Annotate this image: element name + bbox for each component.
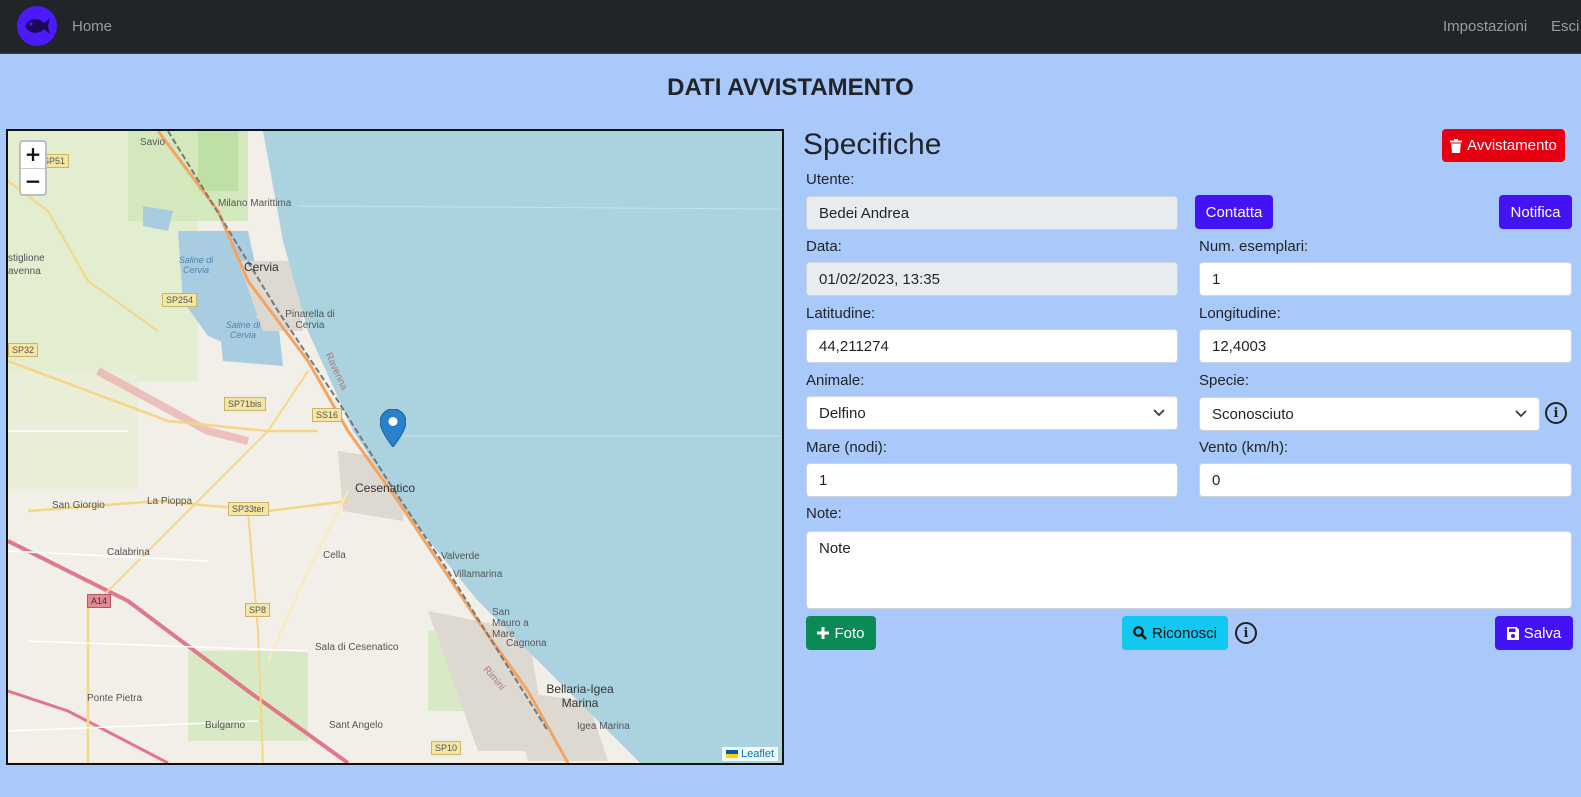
road-badge: SP33ter xyxy=(228,502,269,516)
map-label: Cagnona xyxy=(506,638,547,649)
map-attribution: Leaflet xyxy=(721,747,778,761)
trash-icon xyxy=(1450,138,1463,153)
floppy-disk-icon xyxy=(1506,626,1519,640)
species-info-icon[interactable]: i xyxy=(1545,402,1567,424)
date-field[interactable]: 01/02/2023, 13:35 xyxy=(806,262,1178,296)
map-label: Valverde xyxy=(441,551,480,562)
species-label: Specie: xyxy=(1199,372,1250,389)
chevron-down-icon xyxy=(1153,409,1165,417)
fish-icon[interactable] xyxy=(17,6,57,46)
section-title: Specifiche xyxy=(803,128,942,161)
recognize-label: Riconosci xyxy=(1151,624,1218,642)
count-field[interactable]: 1 xyxy=(1199,262,1572,296)
map[interactable]: + − Savio Milano Marittima Cervia Saline… xyxy=(6,129,784,765)
recognize-button[interactable]: Riconosci xyxy=(1122,616,1228,650)
map-label: Saline di Cervia xyxy=(225,320,261,340)
plus-icon xyxy=(817,627,830,639)
delete-sighting-label: Avvistamento xyxy=(1467,137,1557,154)
add-photo-button[interactable]: Foto xyxy=(806,616,876,650)
nav-settings-link[interactable]: Impostazioni xyxy=(1443,18,1527,35)
map-label: Sala di Cesenatico xyxy=(315,642,399,653)
animal-label: Animale: xyxy=(806,372,865,389)
date-label: Data: xyxy=(806,238,842,255)
map-label: Ponte Pietra xyxy=(87,693,143,704)
map-label: Bulgarno xyxy=(205,720,246,731)
notify-button[interactable]: Notifica xyxy=(1499,195,1572,229)
road-badge: SP10 xyxy=(431,741,462,755)
map-label: Cesenatico xyxy=(355,481,416,495)
map-label: Bellaria-Igea Marina xyxy=(546,682,614,710)
navbar: Home Impostazioni Esci xyxy=(0,0,1581,54)
map-label: San Mauro a Mare xyxy=(492,607,529,640)
map-label: Pinarella di Cervia xyxy=(285,309,335,331)
chevron-down-icon xyxy=(1515,410,1527,418)
recognize-info-icon[interactable]: i xyxy=(1235,622,1257,644)
map-label: Milano Marittima xyxy=(218,198,292,209)
zoom-out-button[interactable]: − xyxy=(21,168,45,194)
wind-label: Vento (km/h): xyxy=(1199,439,1289,456)
delete-sighting-button[interactable]: Avvistamento xyxy=(1442,129,1565,162)
road-badge: SP8 xyxy=(245,603,271,617)
notes-label: Note: xyxy=(806,505,842,522)
nav-exit-link[interactable]: Esci xyxy=(1551,18,1579,35)
sea-label: Mare (nodi): xyxy=(806,439,887,456)
road-badge: A14 xyxy=(87,594,112,608)
count-label: Num. esemplari: xyxy=(1199,238,1309,255)
wind-field[interactable]: 0 xyxy=(1199,463,1572,497)
map-label: stiglione xyxy=(8,253,45,264)
leaflet-link[interactable]: Leaflet xyxy=(741,748,774,760)
animal-select-value: Delfino xyxy=(819,404,866,422)
map-label: San Giorgio xyxy=(52,500,105,511)
map-label: Sant Angelo xyxy=(329,720,383,731)
map-label: Savio xyxy=(140,137,166,148)
map-label: Calabrina xyxy=(107,547,150,558)
contact-button[interactable]: Contatta xyxy=(1195,195,1273,229)
animal-select[interactable]: Delfino xyxy=(806,396,1178,430)
longitude-field[interactable]: 12,4003 xyxy=(1199,329,1572,363)
zoom-in-button[interactable]: + xyxy=(21,142,45,168)
zoom-control: + − xyxy=(19,140,47,196)
latitude-field[interactable]: 44,211274 xyxy=(806,329,1178,363)
nav-home-link[interactable]: Home xyxy=(72,18,112,35)
search-icon xyxy=(1133,626,1147,640)
save-label: Salva xyxy=(1523,624,1562,642)
add-photo-label: Foto xyxy=(834,624,865,642)
map-label: La Pioppa xyxy=(147,496,193,507)
user-label: Utente: xyxy=(806,171,855,188)
page-title: DATI AVVISTAMENTO xyxy=(667,74,914,101)
road-badge: SS16 xyxy=(312,408,343,422)
sea-field[interactable]: 1 xyxy=(806,463,1178,497)
ukraine-flag-icon xyxy=(725,750,738,758)
species-select[interactable]: Sconosciuto xyxy=(1199,397,1540,431)
user-field[interactable]: Bedei Andrea xyxy=(806,196,1178,230)
road-badge: SP71bis xyxy=(224,397,266,411)
species-select-value: Sconosciuto xyxy=(1212,405,1294,423)
road-badge: SP254 xyxy=(162,293,198,307)
notes-textarea[interactable]: Note xyxy=(806,531,1572,609)
latitude-label: Latitudine: xyxy=(806,305,876,322)
map-label: Cella xyxy=(323,550,346,561)
save-button[interactable]: Salva xyxy=(1495,616,1573,650)
map-label: Igea Marina xyxy=(577,721,630,732)
map-label: avenna xyxy=(8,266,41,277)
road-badge: SP32 xyxy=(8,343,39,357)
longitude-label: Longitudine: xyxy=(1199,305,1281,322)
map-label: Cervia xyxy=(244,260,279,274)
map-label: Saline di Cervia xyxy=(178,255,214,275)
map-label: Villamarina xyxy=(453,569,503,580)
map-tiles xyxy=(8,131,782,763)
